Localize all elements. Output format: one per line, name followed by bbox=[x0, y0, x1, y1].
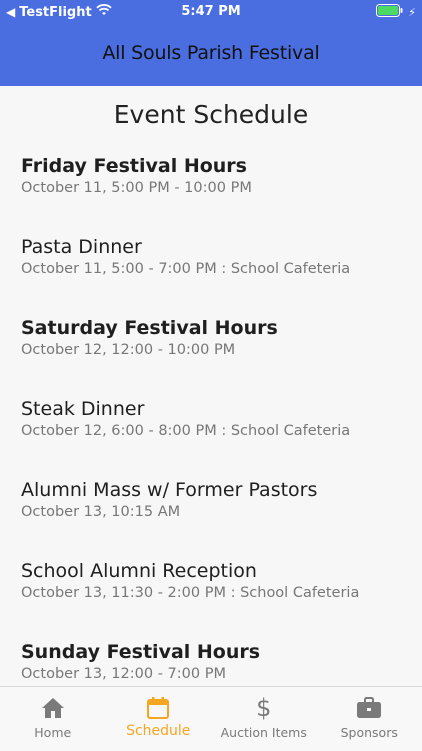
event-title: Friday Festival Hours bbox=[21, 154, 422, 178]
tab-schedule[interactable]: Schedule bbox=[106, 687, 212, 751]
tab-auction-items[interactable]: $ Auction Items bbox=[211, 687, 317, 751]
event-details: October 13, 10:15 AM bbox=[21, 502, 422, 522]
event-item[interactable]: Saturday Festival HoursOctober 12, 12:00… bbox=[0, 316, 422, 397]
event-item[interactable]: School Alumni ReceptionOctober 13, 11:30… bbox=[0, 559, 422, 640]
nav-title: All Souls Parish Festival bbox=[0, 42, 422, 64]
event-item[interactable]: Sunday Festival HoursOctober 13, 12:00 -… bbox=[0, 640, 422, 686]
page-title: Event Schedule bbox=[0, 98, 422, 132]
charging-icon: ⚡ bbox=[408, 6, 416, 19]
home-icon bbox=[0, 695, 106, 721]
event-details: October 12, 6:00 - 8:00 PM : School Cafe… bbox=[21, 421, 422, 441]
event-title: Steak Dinner bbox=[21, 397, 422, 421]
event-details: October 12, 12:00 - 10:00 PM bbox=[21, 340, 422, 360]
event-item[interactable]: Pasta DinnerOctober 11, 5:00 - 7:00 PM :… bbox=[0, 235, 422, 316]
event-item[interactable]: Friday Festival HoursOctober 11, 5:00 PM… bbox=[0, 154, 422, 235]
event-title: Pasta Dinner bbox=[21, 235, 422, 259]
tab-sponsors-label: Sponsors bbox=[317, 725, 422, 740]
tab-home[interactable]: Home bbox=[0, 687, 106, 751]
status-bar: ◀ TestFlight 5:47 PM ⚡ bbox=[0, 0, 422, 24]
tab-bar: Home Schedule $ Auction Items Sponsors bbox=[0, 686, 422, 751]
event-title: Sunday Festival Hours bbox=[21, 640, 422, 664]
tab-sponsors[interactable]: Sponsors bbox=[317, 687, 422, 751]
event-title: Saturday Festival Hours bbox=[21, 316, 422, 340]
event-item[interactable]: Steak DinnerOctober 12, 6:00 - 8:00 PM :… bbox=[0, 397, 422, 478]
app-header: ◀ TestFlight 5:47 PM ⚡ All Souls P bbox=[0, 0, 422, 86]
dollar-icon: $ bbox=[211, 695, 317, 721]
event-details: October 11, 5:00 PM - 10:00 PM bbox=[21, 178, 422, 198]
status-right: ⚡ bbox=[376, 4, 416, 21]
schedule-content[interactable]: Event Schedule Friday Festival HoursOcto… bbox=[0, 86, 422, 686]
event-item[interactable]: Alumni Mass w/ Former PastorsOctober 13,… bbox=[0, 478, 422, 559]
status-time: 5:47 PM bbox=[0, 4, 422, 19]
calendar-icon bbox=[106, 695, 212, 721]
briefcase-icon bbox=[317, 695, 422, 721]
event-list: Friday Festival HoursOctober 11, 5:00 PM… bbox=[0, 154, 422, 686]
event-details: October 13, 11:30 - 2:00 PM : School Caf… bbox=[21, 583, 422, 603]
event-title: Alumni Mass w/ Former Pastors bbox=[21, 478, 422, 502]
battery-icon bbox=[376, 4, 404, 21]
tab-auction-items-label: Auction Items bbox=[211, 725, 317, 740]
tab-schedule-label: Schedule bbox=[106, 723, 212, 739]
event-details: October 11, 5:00 - 7:00 PM : School Cafe… bbox=[21, 259, 422, 279]
event-details: October 13, 12:00 - 7:00 PM bbox=[21, 664, 422, 684]
tab-home-label: Home bbox=[0, 725, 106, 740]
event-title: School Alumni Reception bbox=[21, 559, 422, 583]
